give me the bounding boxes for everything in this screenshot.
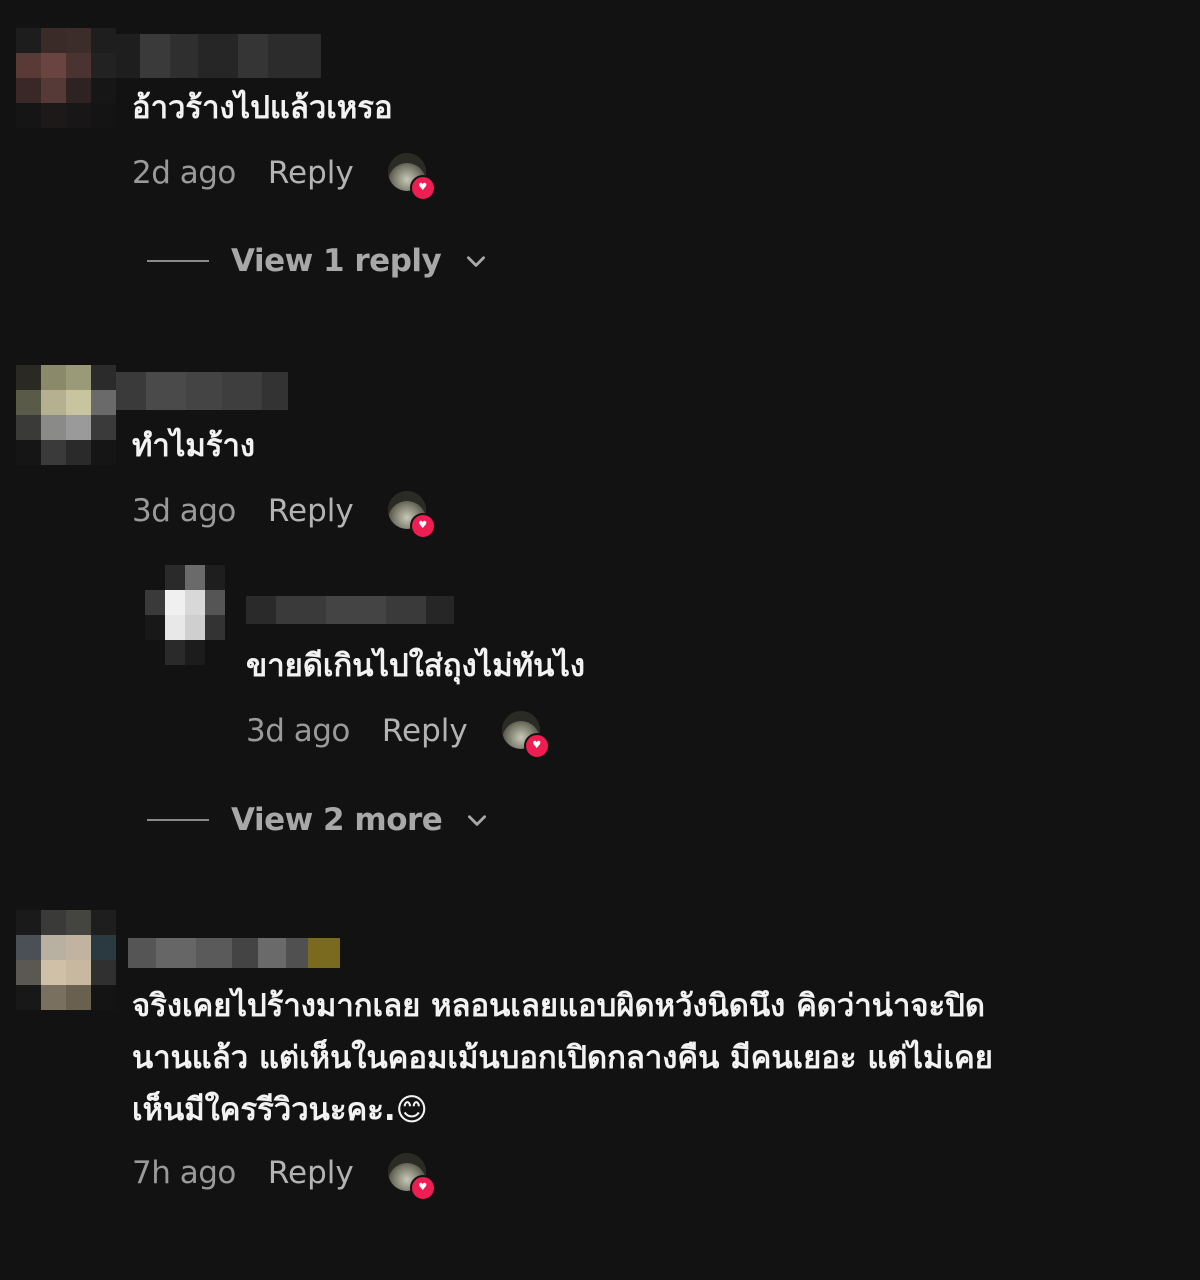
comment-text-line: เห็นมีใครรีวิวนะคะ. (132, 1092, 396, 1128)
comment-time: 3d ago (132, 493, 236, 529)
view-replies-button[interactable]: View 1 reply (147, 236, 489, 286)
comment-meta: 2d ago Reply ♥ (132, 148, 436, 201)
reply-button[interactable]: Reply (268, 493, 354, 529)
view-more-replies-button[interactable]: View 2 more (147, 795, 490, 845)
username-blurred[interactable] (116, 34, 321, 78)
reply-avatar[interactable] (145, 565, 225, 665)
divider-line (147, 819, 209, 821)
view-replies-label: View 1 reply (231, 243, 442, 279)
reply-button[interactable]: Reply (382, 713, 468, 749)
comment-time: 2d ago (132, 155, 236, 191)
username-blurred[interactable] (246, 596, 454, 624)
comment-time: 7h ago (132, 1155, 236, 1191)
comment-text: อ้าวร้างไปแล้วเหรอ (132, 90, 393, 126)
creator-liked-heart-icon: ♥ (386, 489, 436, 539)
reply-time: 3d ago (246, 713, 350, 749)
comment-text: ทำไมร้าง (132, 428, 256, 464)
reply-button[interactable]: Reply (268, 1155, 354, 1191)
reply-text: ขายดีเกินไปใส่ถุงไม่ทันไง (246, 648, 586, 684)
comment-meta: 7h ago Reply ♥ (132, 1148, 436, 1201)
reply-button[interactable]: Reply (268, 155, 354, 191)
avatar[interactable] (16, 365, 116, 465)
chevron-down-icon (467, 256, 486, 267)
creator-liked-heart-icon: ♥ (500, 709, 550, 759)
username-blurred[interactable] (128, 938, 340, 968)
smiling-face-emoji-icon: 😊 (395, 1092, 428, 1128)
username-blurred[interactable] (116, 372, 288, 410)
chevron-down-icon (468, 815, 487, 826)
avatar[interactable] (16, 28, 116, 128)
creator-liked-heart-icon: ♥ (386, 1151, 436, 1201)
reply-meta: 3d ago Reply ♥ (246, 706, 550, 759)
comment-text-line: จริงเคยไปร้างมากเลย หลอนเลยแอบผิดหวังนิด… (132, 988, 985, 1024)
divider-line (147, 260, 209, 262)
comment-text-line-last: เห็นมีใครรีวิวนะคะ.😊 (132, 1084, 428, 1137)
view-more-label: View 2 more (231, 802, 443, 838)
comment-text-line: นานแล้ว แต่เห็นในคอมเม้นบอกเปิดกลางคืน ม… (132, 1040, 993, 1076)
avatar[interactable] (16, 910, 116, 1010)
comment-meta: 3d ago Reply ♥ (132, 486, 436, 539)
creator-liked-heart-icon: ♥ (386, 151, 436, 201)
